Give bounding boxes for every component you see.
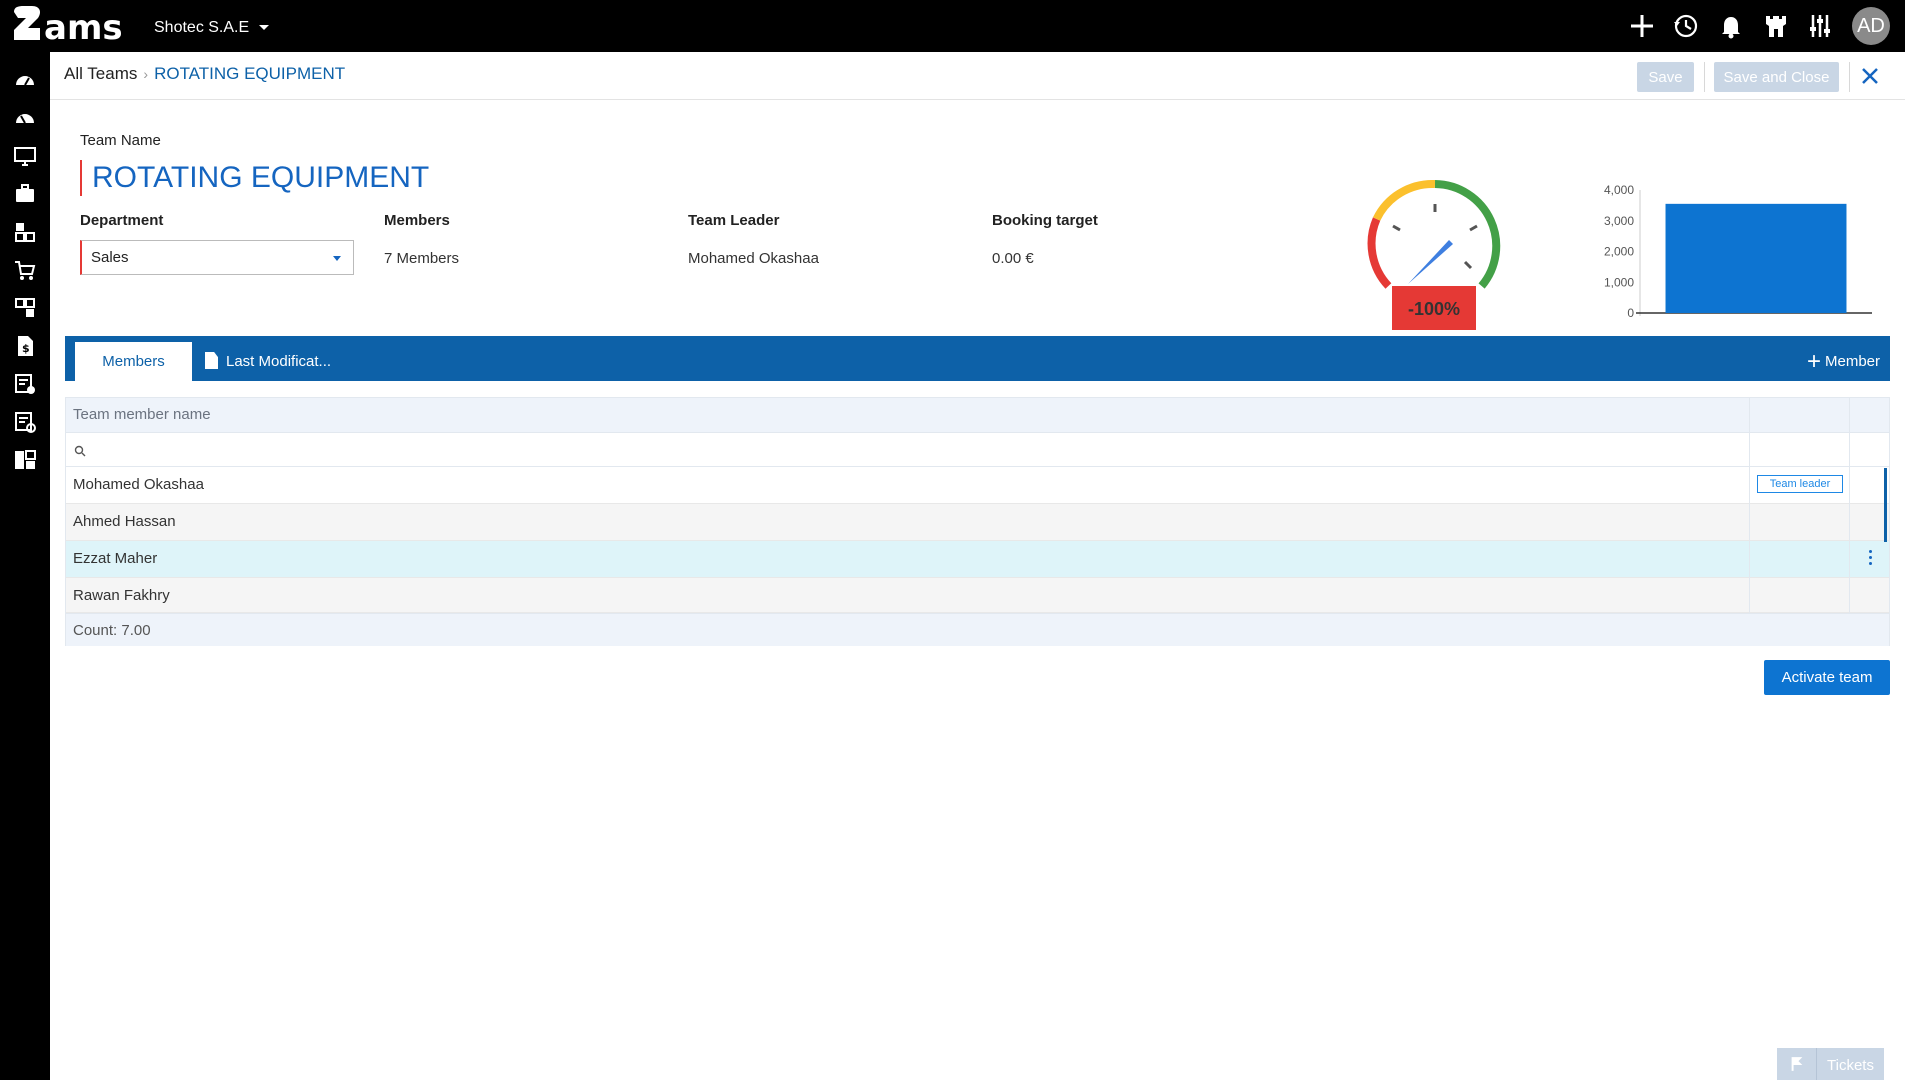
company-name: Shotec S.A.E <box>154 19 250 36</box>
column-divider <box>1749 398 1750 613</box>
document-icon <box>205 352 218 369</box>
breadcrumb-current: ROTATING EQUIPMENT <box>154 64 346 83</box>
plus-icon: + <box>1806 348 1821 375</box>
modules-2-icon[interactable] <box>13 296 37 320</box>
chevron-right-icon: › <box>143 66 149 82</box>
invoice-dollar-icon[interactable]: $ <box>13 334 37 358</box>
y-tick-label: 2,000 <box>1604 245 1634 259</box>
app-logo[interactable]: ams <box>10 4 132 44</box>
breadcrumb-all-teams[interactable]: All Teams <box>64 64 137 83</box>
department-select[interactable]: Sales <box>80 240 354 275</box>
svg-text:ams: ams <box>44 8 123 44</box>
grid-filter-row <box>66 433 1889 467</box>
bell-icon[interactable] <box>1717 12 1745 40</box>
team-name-field[interactable]: ROTATING EQUIPMENT <box>80 160 429 196</box>
column-header-member-name[interactable]: Team member name <box>73 406 211 423</box>
report-check-icon[interactable] <box>13 372 37 396</box>
table-row[interactable]: Rawan Fakhry <box>66 578 1889 613</box>
column-divider <box>1849 398 1850 613</box>
tickets-label: Tickets <box>1827 1057 1874 1074</box>
team-leader-value: Mohamed Okashaa <box>688 250 819 267</box>
dashboard-2-icon[interactable] <box>13 106 37 130</box>
add-member-button[interactable]: + Member <box>1807 348 1880 376</box>
chart-bar <box>1665 203 1847 313</box>
chevron-down-icon <box>259 25 270 31</box>
close-icon[interactable] <box>1858 64 1882 88</box>
company-selector[interactable]: Shotec S.A.E <box>154 19 270 37</box>
grid-footer: Count: 7.00 <box>66 613 1889 646</box>
tab-last-modification[interactable]: Last Modificat... <box>205 342 331 381</box>
members-label: Members <box>384 212 450 229</box>
members-value: 7 Members <box>384 250 460 267</box>
team-leader-badge: Team leader <box>1757 475 1843 493</box>
department-value: Sales <box>91 249 129 266</box>
history-icon[interactable] <box>1672 12 1700 40</box>
gauge-needle <box>1408 240 1453 284</box>
y-tick-label: 0 <box>1627 306 1634 320</box>
plus-icon[interactable] <box>1628 12 1656 40</box>
gauge-segment-yellow <box>1372 179 1436 221</box>
save-button[interactable]: Save <box>1637 62 1694 92</box>
search-icon <box>74 445 86 457</box>
breadcrumb: All Teams › ROTATING EQUIPMENT <box>64 64 345 84</box>
avatar[interactable]: AD <box>1852 7 1890 45</box>
add-member-label: Member <box>1824 353 1880 370</box>
tab-last-modification-label: Last Modificat... <box>226 353 332 370</box>
briefcase-icon[interactable] <box>13 182 37 206</box>
toolbar-divider <box>1704 62 1705 92</box>
member-name: Ezzat Maher <box>73 550 158 567</box>
tab-members[interactable]: Members <box>75 342 192 381</box>
report-clock-icon[interactable] <box>13 410 37 434</box>
gauge-segment-red <box>1367 217 1392 289</box>
gauge-segment-green <box>1434 180 1501 289</box>
team-leader-label: Team Leader <box>688 212 780 229</box>
scrollbar-thumb[interactable] <box>1884 468 1887 542</box>
flag-icon <box>1790 1048 1817 1080</box>
top-bar: ams Shotec S.A.E AD <box>0 0 1905 52</box>
settings-sliders-icon[interactable] <box>1806 12 1834 40</box>
cart-icon[interactable] <box>13 258 37 282</box>
booking-target-label: Booking target <box>992 212 1098 229</box>
gauge-value-badge: -100% <box>1392 286 1476 330</box>
booking-target-value: 0.00 € <box>992 250 1034 267</box>
booking-bar-chart: 4,000 3,000 2,000 1,000 0 <box>1604 183 1872 320</box>
layout-icon[interactable] <box>13 448 37 472</box>
monitor-icon[interactable] <box>13 144 37 168</box>
row-count: Count: 7.00 <box>73 622 151 639</box>
modules-icon[interactable] <box>13 220 37 244</box>
table-row[interactable]: Ezzat Maher <box>66 541 1889 578</box>
y-tick-label: 4,000 <box>1604 183 1634 197</box>
department-label: Department <box>80 212 164 229</box>
team-name-label: Team Name <box>80 132 161 149</box>
member-name: Rawan Fakhry <box>73 587 170 604</box>
save-and-close-button[interactable]: Save and Close <box>1714 62 1839 92</box>
row-menu-icon[interactable] <box>1867 550 1873 568</box>
sidebar: $ <box>0 52 50 1080</box>
table-row[interactable]: Ahmed Hassan <box>66 504 1889 541</box>
dashboard-icon[interactable] <box>13 68 37 92</box>
member-name: Mohamed Okashaa <box>73 476 204 493</box>
y-tick-label: 1,000 <box>1604 275 1634 289</box>
castle-icon[interactable] <box>1762 12 1790 40</box>
chevron-down-icon <box>333 256 341 261</box>
activate-team-button[interactable]: Activate team <box>1764 660 1890 695</box>
members-grid: Team member name Mohamed Okashaa Team le… <box>65 397 1890 646</box>
tab-bar: Members Last Modificat... + Member <box>65 336 1890 381</box>
tickets-button[interactable]: Tickets <box>1777 1048 1884 1080</box>
search-input[interactable] <box>92 437 1742 463</box>
booking-gauge <box>1367 179 1501 289</box>
table-row[interactable]: Mohamed Okashaa Team leader <box>66 467 1889 504</box>
grid-header: Team member name <box>66 398 1889 433</box>
svg-text:$: $ <box>22 342 30 355</box>
toolbar-divider <box>1849 62 1850 92</box>
y-tick-label: 3,000 <box>1604 214 1634 228</box>
member-name: Ahmed Hassan <box>73 513 176 530</box>
header-divider <box>50 99 1905 100</box>
